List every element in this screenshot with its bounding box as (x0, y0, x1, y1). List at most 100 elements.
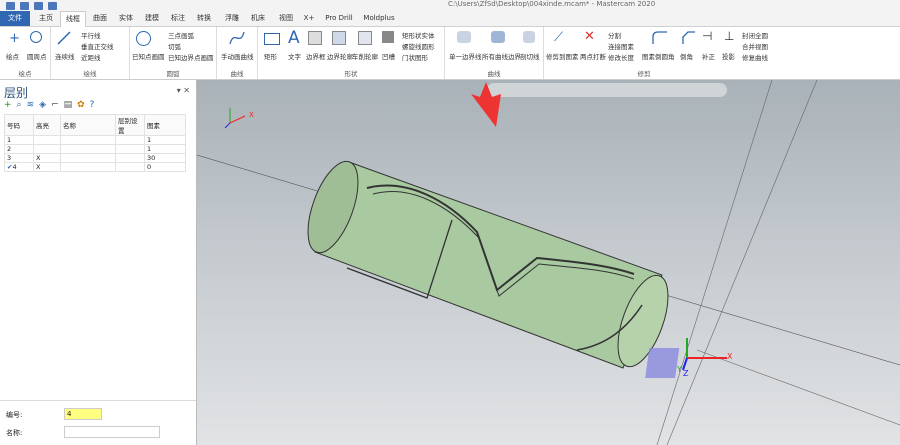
table-row-active[interactable]: ✔4 X 0 (4, 162, 186, 172)
col-entities[interactable]: 图素 (144, 114, 186, 136)
arc-endpoints-button[interactable]: 已知边界点画圆 (168, 52, 214, 62)
spline-icon[interactable] (229, 31, 245, 45)
recess-button[interactable]: 凹槽 (382, 51, 395, 61)
tab-transform[interactable]: 转换 (192, 11, 216, 26)
fillet-icon[interactable] (652, 31, 668, 45)
divide-button[interactable]: 两点打断 (580, 51, 606, 61)
closest-line-button[interactable]: 近距线 (81, 52, 101, 62)
break-curve-button[interactable]: 修复曲线 (742, 52, 768, 62)
open-icon[interactable] (20, 1, 29, 10)
circle-point-button[interactable]: 圆周点 (27, 51, 47, 61)
rectangle-icon[interactable] (264, 33, 280, 45)
tab-pro-drill[interactable]: Pro Drill (322, 11, 356, 26)
fillet-button[interactable]: 图素倒圆角 (642, 51, 675, 61)
tab-xplus[interactable]: X+ (300, 11, 318, 26)
undo-icon[interactable] (48, 1, 57, 10)
table-row[interactable]: 2 1 (4, 144, 186, 154)
split-button[interactable]: 分割 (608, 30, 621, 40)
tab-emboss[interactable]: 浮雕 (220, 11, 244, 26)
cell-highlight[interactable] (33, 144, 61, 154)
print-icon[interactable] (34, 1, 43, 10)
panel-controls[interactable]: ▾ ✕ (177, 86, 190, 95)
close-all-button[interactable]: 封闭全圆 (742, 30, 768, 40)
parallel-button[interactable]: 平行线 (81, 30, 101, 40)
settings-icon[interactable]: ✿ (77, 100, 85, 110)
cut-line-icon[interactable] (523, 31, 535, 43)
text-icon[interactable]: A (288, 28, 300, 48)
save-icon[interactable] (6, 1, 15, 10)
door-shape-button[interactable]: 门状图形 (402, 52, 428, 62)
layers-icon[interactable]: ≋ (27, 100, 35, 110)
add-level-icon[interactable]: + (4, 100, 12, 110)
perpendicular-button[interactable]: 垂直正交线 (81, 41, 114, 51)
tab-home[interactable]: 主页 (34, 11, 58, 26)
recess-icon[interactable] (382, 31, 394, 43)
tab-annotate[interactable]: 标注 (166, 11, 190, 26)
text-button[interactable]: 文字 (288, 51, 301, 61)
modify-length-button[interactable]: 修改长度 (608, 52, 634, 62)
tab-file[interactable]: 文件 (0, 11, 30, 26)
manual-curve-button[interactable]: 手动画曲线 (221, 51, 254, 61)
project-icon[interactable]: ⊥ (724, 29, 734, 43)
col-highlight[interactable]: 高亮 (33, 114, 61, 136)
trim-icon[interactable]: ⟋ (554, 30, 563, 45)
col-level-set[interactable]: 层别设置 (115, 114, 145, 136)
turn-profile-icon[interactable] (358, 31, 372, 45)
cell-highlight[interactable] (33, 135, 61, 145)
tab-solids[interactable]: 实体 (114, 11, 138, 26)
help-icon[interactable]: ? (90, 100, 95, 110)
levels-panel-title: 层别 (4, 86, 29, 100)
join-button[interactable]: 连接图素 (608, 41, 634, 51)
tab-machine[interactable]: 机床 (246, 11, 270, 26)
single-edge-button[interactable]: 单一边界线 (449, 51, 482, 61)
cell-highlight[interactable]: X (33, 162, 61, 172)
name-field[interactable] (64, 426, 160, 438)
point-button[interactable]: 绘点 (6, 51, 19, 61)
tangent-arc-button[interactable]: 切弧 (168, 41, 181, 51)
tab-model[interactable]: 建模 (140, 11, 164, 26)
tab-view[interactable]: 视图 (274, 11, 298, 26)
cut-line-button[interactable]: 剖切线 (520, 51, 540, 61)
cylinder-part[interactable] (298, 155, 678, 373)
tab-surfaces[interactable]: 曲面 (88, 11, 112, 26)
line-icon[interactable] (57, 31, 71, 45)
bounding-box-icon[interactable] (308, 31, 322, 45)
project-button[interactable]: 投影 (722, 51, 735, 61)
rect-shape-button[interactable]: 矩形状实体 (402, 30, 435, 40)
boundary-contour-button[interactable]: 边界轮廓 (327, 51, 353, 61)
offset-button[interactable]: 补正 (702, 51, 715, 61)
chamfer-button[interactable]: 倒角 (680, 51, 693, 61)
filter-icon[interactable]: ⌐ (51, 100, 59, 110)
offset-icon[interactable]: ⊣ (702, 29, 712, 43)
join-arcs-button[interactable]: 合并视图 (742, 41, 768, 51)
col-name[interactable]: 名称 (60, 114, 116, 136)
tab-wireframe[interactable]: 线框 (60, 11, 86, 27)
tab-moldplus[interactable]: Moldplus (360, 11, 398, 26)
all-edges-button[interactable]: 所有曲线边界 (482, 51, 521, 61)
list-icon[interactable]: ▤ (64, 100, 73, 110)
boundary-contour-icon[interactable] (332, 31, 346, 45)
trim-to-entity-button[interactable]: 修剪到图素 (546, 51, 579, 61)
rectangle-button[interactable]: 矩形 (264, 51, 277, 61)
turn-profile-button[interactable]: 车削轮廓 (352, 51, 378, 61)
point-icon[interactable]: + (9, 31, 20, 46)
table-row[interactable]: 3 X 30 (4, 153, 186, 163)
all-edges-icon[interactable] (491, 31, 505, 43)
circle-center-button[interactable]: 已知点画圆 (132, 51, 165, 61)
find-level-icon[interactable]: ⌕ (17, 100, 22, 110)
bounding-box-button[interactable]: 边界框 (306, 51, 326, 61)
visibility-icon[interactable]: ◈ (39, 100, 46, 110)
number-field[interactable]: 4 (64, 408, 102, 420)
cell-highlight[interactable]: X (33, 153, 61, 163)
col-number[interactable]: 号码 (4, 114, 34, 136)
circle-icon[interactable] (136, 31, 151, 46)
divide-icon[interactable]: ✕ (584, 29, 595, 44)
graphics-viewport[interactable]: X X Y Z (197, 80, 900, 445)
single-edge-icon[interactable] (457, 31, 471, 43)
line-endpoints-button[interactable]: 连续线 (55, 51, 75, 61)
spiral-button[interactable]: 螺旋线圆形 (402, 41, 435, 51)
circle-point-icon[interactable] (30, 31, 42, 43)
table-row[interactable]: 1 1 (4, 135, 186, 145)
chamfer-icon[interactable] (682, 31, 696, 45)
three-point-arc-button[interactable]: 三点画弧 (168, 30, 194, 40)
